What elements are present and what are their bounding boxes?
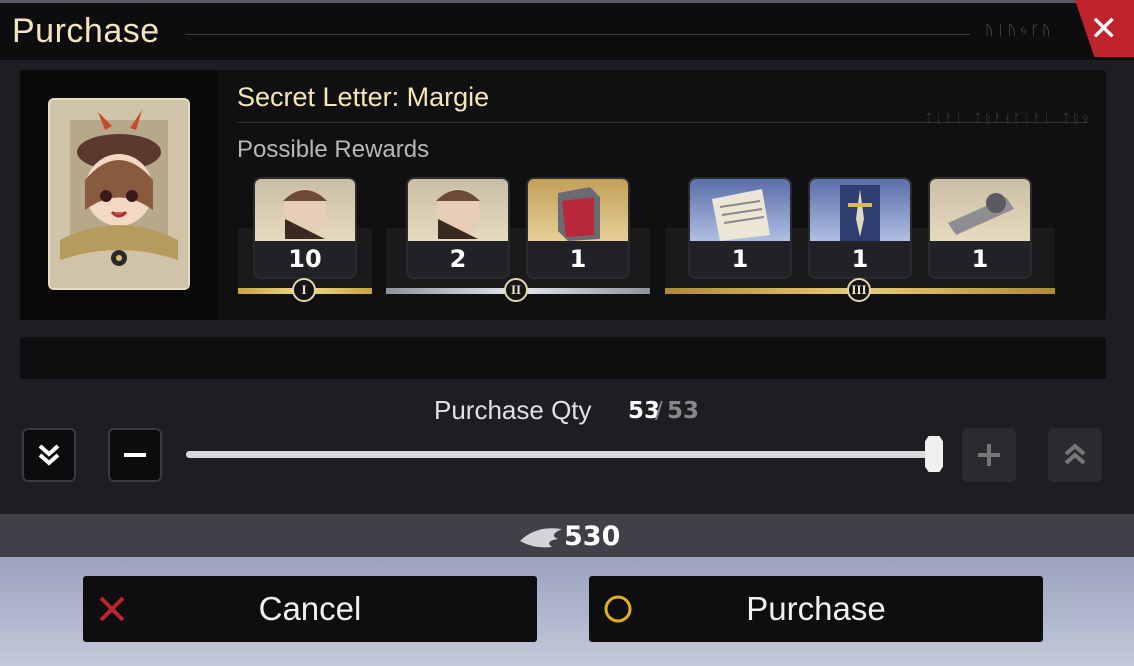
quantity-separator: / bbox=[655, 398, 663, 424]
tier-badge-3: III bbox=[847, 278, 871, 302]
reward-item[interactable]: 2 bbox=[406, 177, 510, 279]
reward-item[interactable]: 10 bbox=[253, 177, 357, 279]
plus-icon bbox=[978, 444, 1000, 466]
max-quantity-button[interactable] bbox=[1048, 428, 1102, 482]
reward-count: 1 bbox=[690, 241, 790, 277]
page-title: Purchase bbox=[12, 12, 160, 50]
tier-badge-2: II bbox=[504, 278, 528, 302]
feather-currency-icon bbox=[520, 528, 562, 548]
purchase-button[interactable]: Purchase bbox=[589, 576, 1043, 642]
reward-item[interactable]: 1 bbox=[928, 177, 1032, 279]
metal-scroll-icon bbox=[930, 179, 1030, 245]
reward-count: 1 bbox=[810, 241, 910, 277]
cost-display: 530 bbox=[518, 520, 620, 552]
reward-count: 1 bbox=[528, 241, 628, 277]
close-icon: ✕ bbox=[1089, 9, 1119, 48]
item-name: Secret Letter: Margie bbox=[237, 82, 490, 112]
dagger-card-icon bbox=[810, 179, 910, 245]
description-strip bbox=[20, 337, 1106, 379]
tier-badge-1: I bbox=[292, 278, 316, 302]
reward-count: 2 bbox=[408, 241, 508, 277]
quantity-max: 53 bbox=[667, 398, 700, 424]
document-scroll-icon bbox=[690, 179, 790, 245]
item-decoration-text: ᛏᛁᚠᛁ ᛏᚱᚨᚾᚴᛁᚠᛁ ᛏᚱᛟ bbox=[925, 112, 1092, 127]
reward-item[interactable]: 1 bbox=[526, 177, 630, 279]
slider-handle[interactable] bbox=[925, 436, 943, 472]
slider-fill bbox=[186, 451, 934, 458]
margie-shard-icon bbox=[408, 179, 508, 245]
quantity-label: Purchase Qty bbox=[434, 395, 592, 425]
quantity-slider[interactable] bbox=[186, 451, 934, 458]
cancel-label: Cancel bbox=[258, 590, 362, 627]
reward-count: 1 bbox=[930, 241, 1030, 277]
header-divider bbox=[185, 34, 970, 35]
red-cube-icon bbox=[528, 179, 628, 245]
double-chevron-down-icon bbox=[38, 444, 60, 466]
header-decoration-text: ᚢᛁᚢᛃᚴᚢ bbox=[985, 23, 1054, 39]
increase-quantity-button[interactable] bbox=[962, 428, 1016, 482]
header-bar: Purchase ᚢᛁᚢᛃᚴᚢ bbox=[0, 0, 1134, 60]
minus-icon bbox=[124, 453, 146, 457]
margie-shard-icon bbox=[255, 179, 355, 245]
reward-item[interactable]: 1 bbox=[688, 177, 792, 279]
item-portrait bbox=[48, 98, 190, 290]
cost-amount: 530 bbox=[564, 520, 621, 552]
reward-count: 10 bbox=[255, 241, 355, 277]
reward-item[interactable]: 1 bbox=[808, 177, 912, 279]
min-quantity-button[interactable] bbox=[22, 428, 76, 482]
double-chevron-up-icon bbox=[1064, 443, 1086, 465]
purchase-label: Purchase bbox=[746, 590, 886, 627]
rewards-label: Possible Rewards bbox=[237, 136, 430, 163]
decrease-quantity-button[interactable] bbox=[108, 428, 162, 482]
cancel-button[interactable]: Cancel bbox=[83, 576, 537, 642]
